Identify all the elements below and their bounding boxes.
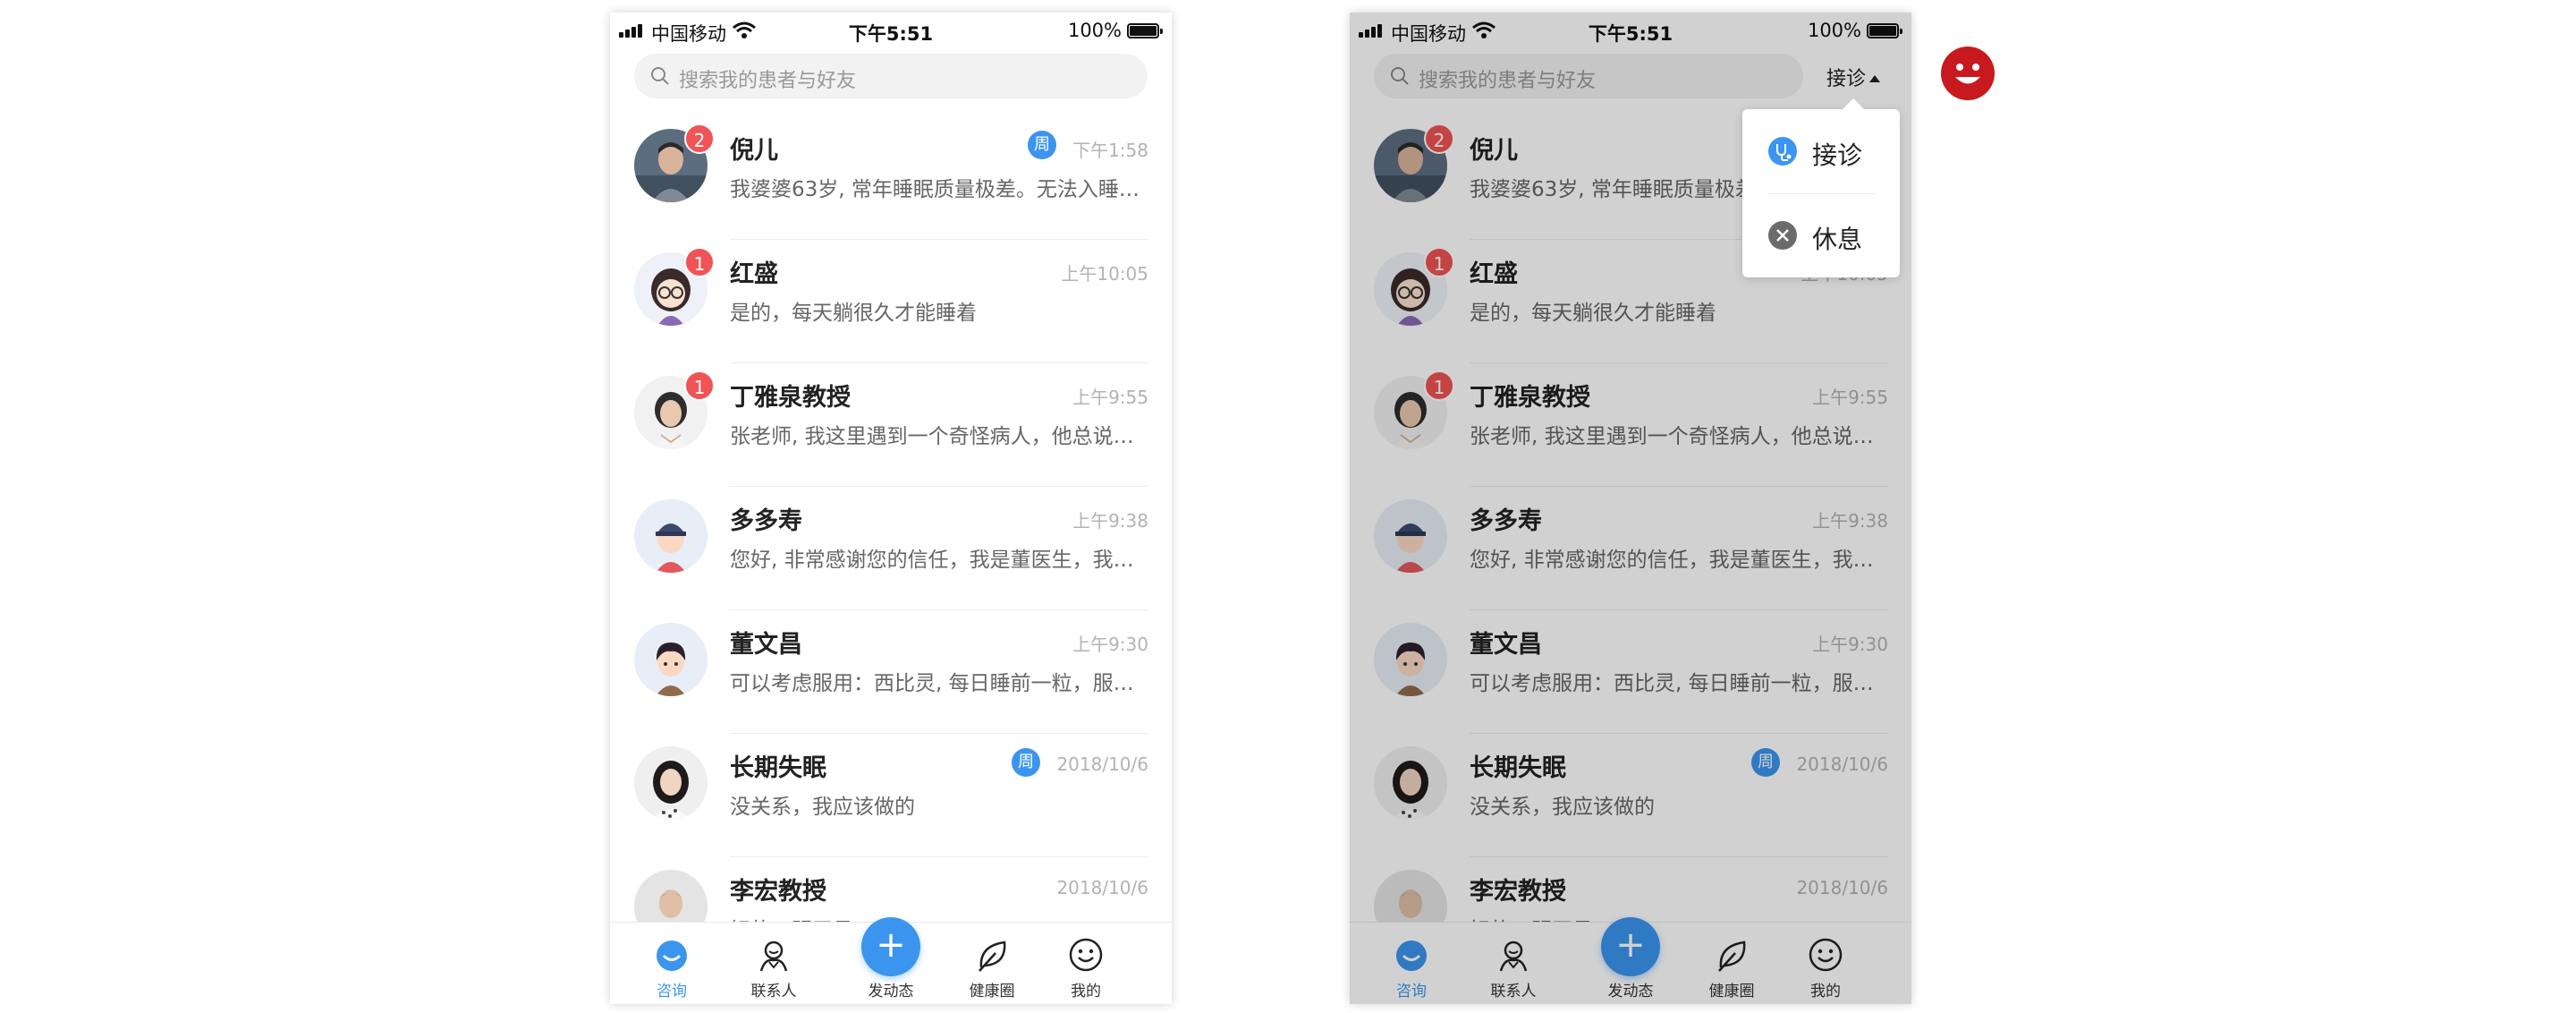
chat-row[interactable]: 1 红盛 上午10:05 是的，每天躺很久才能睡着 bbox=[610, 240, 1172, 363]
message-time: 上午10:05 bbox=[1061, 263, 1148, 285]
phone-screen-default: 中国移动 下午5:51 100% 搜索我的患者与好友 2 倪儿周下午1:58 我婆婆63岁,… bbox=[610, 13, 1172, 1004]
tab-leaf[interactable]: 健康圈 bbox=[947, 923, 1037, 1004]
phone-screen-reception-menu: 中国移动下午5:51100%搜索我的患者与好友接诊2倪儿周下午1:58我婆婆63… bbox=[1350, 13, 1911, 1004]
close-circle-icon bbox=[1768, 221, 1797, 250]
avatar[interactable] bbox=[634, 870, 708, 922]
message-time: 下午1:58 bbox=[1072, 140, 1148, 161]
unread-badge: 1 bbox=[684, 247, 715, 277]
unread-badge: 2 bbox=[684, 123, 715, 154]
contact-name: 长期失眠 bbox=[730, 754, 826, 782]
message-time: 2018/10/6 bbox=[1056, 877, 1148, 898]
tab-post-label: 发动态 bbox=[868, 983, 914, 1000]
stethoscope-icon bbox=[1768, 137, 1797, 166]
plus-icon: + bbox=[876, 924, 906, 966]
message-time: 上午9:38 bbox=[1072, 510, 1148, 532]
message-preview: 张老师, 我这里遇到一个奇怪病人，他总说睡不着 bbox=[730, 425, 1148, 448]
message-preview: 可以考虑服用：西比灵, 每日睡前一粒，服用一周后复诊 bbox=[730, 672, 1148, 695]
week-tag-badge: 周 bbox=[1028, 131, 1056, 159]
reception-dropdown-menu: 接诊 休息 bbox=[1742, 98, 1900, 277]
week-tag-badge: 周 bbox=[1012, 748, 1040, 777]
menu-item-reception[interactable]: 接诊 bbox=[1742, 109, 1900, 193]
search-placeholder: 搜索我的患者与好友 bbox=[679, 70, 857, 92]
message-preview: 我婆婆63岁, 常年睡眠质量极差。无法入睡，只能靠药物 bbox=[730, 178, 1148, 201]
message-preview: 是的，每天躺很久才能睡着 bbox=[730, 302, 977, 325]
message-time: 2018/10/6 bbox=[1056, 753, 1148, 775]
menu-item-label: 接诊 bbox=[1812, 140, 1863, 170]
status-bar: 中国移动 下午5:51 100% bbox=[610, 13, 1172, 48]
contact-name: 倪儿 bbox=[730, 137, 778, 165]
tab-bar: 咨询 联系人 + 发动态 健康圈 我的 bbox=[610, 917, 1172, 1004]
post-button[interactable]: + bbox=[861, 917, 920, 976]
tab-chat-bubble[interactable]: 咨询 bbox=[627, 923, 716, 1004]
message-time: 上午9:30 bbox=[1072, 634, 1148, 655]
avatar[interactable] bbox=[634, 746, 708, 820]
search-input[interactable]: 搜索我的患者与好友 bbox=[634, 54, 1148, 98]
chat-row[interactable]: 多多寿 上午9:38 您好, 非常感谢您的信任，我是董医生，我会尽力帮您 bbox=[610, 487, 1172, 610]
chat-list: 2倪儿周下午1:58我婆婆63岁, 常年睡眠质量极差。无法入睡，只能靠药物1红盛… bbox=[610, 116, 1172, 922]
message-preview: 您好, 非常感谢您的信任，我是董医生，我会尽力帮您 bbox=[730, 549, 1148, 572]
unread-badge: 1 bbox=[684, 370, 715, 401]
avatar[interactable] bbox=[634, 499, 708, 573]
chat-row[interactable]: 1 丁雅泉教授 上午9:55 张老师, 我这里遇到一个奇怪病人，他总说睡不着 bbox=[610, 363, 1172, 487]
tab-label: 咨询 bbox=[657, 983, 687, 1000]
avatar[interactable] bbox=[634, 623, 708, 696]
contact-name: 丁雅泉教授 bbox=[730, 384, 851, 412]
tab-smiley[interactable]: 我的 bbox=[1041, 923, 1131, 1004]
tab-label: 我的 bbox=[1071, 983, 1101, 1000]
search-icon bbox=[651, 67, 669, 85]
chat-row[interactable]: 董文昌 上午9:30 可以考虑服用：西比灵, 每日睡前一粒，服用一周后复诊 bbox=[610, 610, 1172, 734]
chat-row[interactable]: 长期失眠 周 2018/10/6 没关系，我应该做的 bbox=[610, 734, 1172, 857]
tab-label: 健康圈 bbox=[969, 983, 1015, 1000]
dropdown-arrow bbox=[1843, 98, 1864, 109]
menu-item-rest[interactable]: 休息 bbox=[1742, 193, 1900, 277]
message-preview: 好的，明天见 bbox=[730, 913, 1148, 922]
chat-row[interactable]: 2 倪儿 周下午1:58 我婆婆63岁, 常年睡眠质量极差。无法入睡，只能靠药物 bbox=[610, 116, 1172, 240]
tab-contacts[interactable]: 联系人 bbox=[729, 923, 818, 1004]
battery-icon bbox=[1127, 23, 1163, 38]
message-time: 上午9:55 bbox=[1072, 387, 1148, 408]
message-preview: 没关系，我应该做的 bbox=[730, 796, 915, 819]
chat-row[interactable]: 李宏教授 2018/10/6 好的，明天见 bbox=[610, 857, 1172, 922]
menu-item-label: 休息 bbox=[1812, 225, 1863, 254]
contact-name: 董文昌 bbox=[730, 631, 802, 659]
battery-percent: 100% bbox=[1067, 20, 1122, 41]
contact-name: 多多寿 bbox=[730, 507, 802, 535]
tab-label: 联系人 bbox=[750, 983, 797, 1000]
contact-name: 红盛 bbox=[730, 260, 778, 288]
mascot-smiley-icon bbox=[1941, 47, 1995, 100]
contact-name: 李宏教授 bbox=[730, 878, 826, 906]
